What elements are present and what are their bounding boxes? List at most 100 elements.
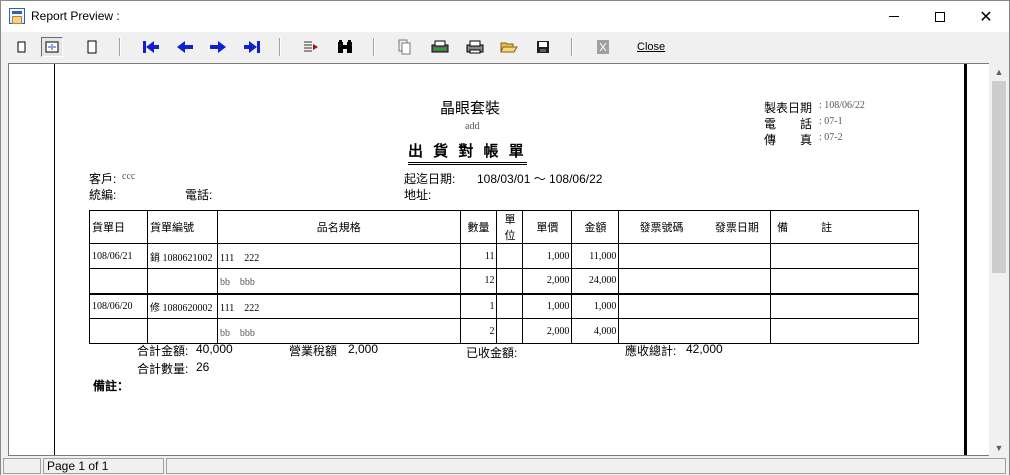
fax-label: 傳 真 [764, 133, 813, 147]
search-button[interactable] [334, 37, 356, 57]
cell-date: 108/06/21 [89, 243, 148, 269]
preview-area: 晶眼套裝 add 出 貨 對 帳 單 製表日期 : 108/06/22 電 話 … [8, 63, 990, 456]
maximize-icon [935, 11, 945, 22]
column-header: 貨單編號 [146, 210, 218, 244]
cell-invoice [618, 293, 772, 319]
open-icon [500, 42, 518, 53]
tax-id-label: 統編: [89, 188, 117, 202]
cell-invoice [618, 318, 772, 344]
receivable-label: 應收總計: [625, 344, 677, 358]
remarks-label: 備註： [93, 379, 130, 393]
full-page-icon [87, 40, 97, 54]
minimize-button[interactable] [871, 1, 917, 32]
column-header: 單價 [522, 210, 573, 244]
save-icon [537, 41, 549, 53]
prev-page-icon [177, 41, 193, 53]
close-button[interactable]: Close [637, 41, 665, 53]
single-page-icon [17, 41, 26, 53]
cell-amount: 4,000 [571, 318, 620, 344]
period-label: 起迄日期: [404, 172, 456, 186]
last-page-button[interactable] [241, 37, 263, 57]
column-header: 金額 [571, 210, 620, 244]
cell-invoice [618, 268, 772, 295]
cell-qty: 12 [459, 268, 498, 295]
total-amount-label: 合計金額: [137, 344, 189, 358]
company-subtitle: add [465, 121, 480, 132]
period-value: 108/03/01 ～ 108/06/22 [477, 172, 603, 186]
next-page-button[interactable] [207, 37, 229, 57]
prev-page-button[interactable] [174, 37, 196, 57]
cell-note [770, 243, 919, 269]
maximize-button[interactable] [917, 1, 963, 32]
cell-unit [496, 318, 524, 344]
cell-item: 111 222 [216, 243, 461, 269]
cell-item: 111 222 [216, 293, 461, 319]
table-row: bb bbb 2 2,000 4,000 [89, 318, 919, 344]
two-page-button[interactable] [41, 37, 63, 57]
page-indicator: Page 1 of 1 [43, 458, 164, 474]
table-row: 108/06/21 銷 1080621002 111 222 11 1,000 … [89, 243, 919, 269]
goto-page-icon [304, 41, 318, 52]
print-button[interactable] [464, 37, 486, 57]
column-header: 品名規格 [216, 210, 461, 244]
cell-qty: 11 [459, 243, 498, 269]
next-page-icon [210, 41, 226, 53]
report-page: 晶眼套裝 add 出 貨 對 帳 單 製表日期 : 108/06/22 電 話 … [55, 64, 964, 455]
cell-amount: 11,000 [571, 243, 620, 269]
scroll-thumb[interactable] [992, 81, 1006, 273]
cell-price: 1,000 [522, 293, 573, 319]
save-button[interactable] [532, 37, 554, 57]
print-setup-icon [431, 40, 449, 53]
total-qty-value: 26 [196, 360, 210, 374]
cell-qty: 1 [459, 293, 498, 319]
copy-icon [398, 39, 411, 55]
first-page-icon [143, 41, 159, 53]
cell-note [770, 293, 919, 319]
made-date-label: 製表日期 [764, 101, 813, 115]
cell-item: bb bbb [216, 318, 461, 344]
made-date-value: : 108/06/22 [819, 100, 865, 111]
scroll-up-icon[interactable]: ▲ [989, 63, 1009, 80]
app-icon [9, 8, 25, 24]
vertical-scrollbar[interactable]: ▲ ▼ [989, 63, 1009, 456]
window-title: Report Preview : [31, 9, 120, 23]
cell-price: 2,000 [522, 268, 573, 295]
close-window-button[interactable]: ✕ [963, 1, 1009, 32]
phone-label: 電 話 [764, 117, 813, 131]
tax-label: 營業稅額 [289, 344, 338, 358]
table-row: bb bbb 12 2,000 24,000 [89, 268, 919, 295]
column-header: 發票號碼 [618, 210, 704, 244]
cell-amount: 1,000 [571, 293, 620, 319]
cell-number: 銷 1080621002 [146, 243, 218, 269]
open-button[interactable] [498, 37, 520, 57]
minimize-icon [889, 16, 899, 17]
column-header: 單位 [496, 210, 524, 244]
single-page-button[interactable] [11, 37, 33, 57]
cell-item: bb bbb [216, 268, 461, 295]
shipment-table: 貨單日 貨單編號 品名規格 數量 單位 單價 金額 發票號碼 發票日期 備 註 [89, 210, 919, 344]
search-icon [338, 40, 352, 53]
scroll-down-icon[interactable]: ▼ [989, 439, 1009, 456]
goto-page-button[interactable] [300, 37, 322, 57]
total-amount-value: 40,000 [196, 342, 233, 356]
cell-date [89, 268, 148, 295]
last-page-icon [244, 41, 260, 53]
full-page-button[interactable] [81, 37, 103, 57]
cell-number [146, 318, 218, 344]
toolbar: Close [1, 32, 1009, 62]
cell-amount: 24,000 [571, 268, 620, 295]
receivable-value: 42,000 [686, 342, 723, 356]
cell-note [770, 268, 919, 295]
cell-number [146, 268, 218, 295]
cell-number: 修 1080620002 [146, 293, 218, 319]
export-button[interactable] [592, 37, 614, 57]
column-header: 備 註 [770, 210, 919, 244]
total-qty-label: 合計數量: [137, 362, 189, 376]
print-setup-button[interactable] [429, 37, 451, 57]
first-page-button[interactable] [140, 37, 162, 57]
two-page-icon [45, 41, 59, 53]
column-header: 數量 [459, 210, 498, 244]
cell-date: 108/06/20 [89, 293, 148, 319]
copy-button[interactable] [394, 37, 416, 57]
status-bar: Page 1 of 1 [1, 457, 1009, 475]
